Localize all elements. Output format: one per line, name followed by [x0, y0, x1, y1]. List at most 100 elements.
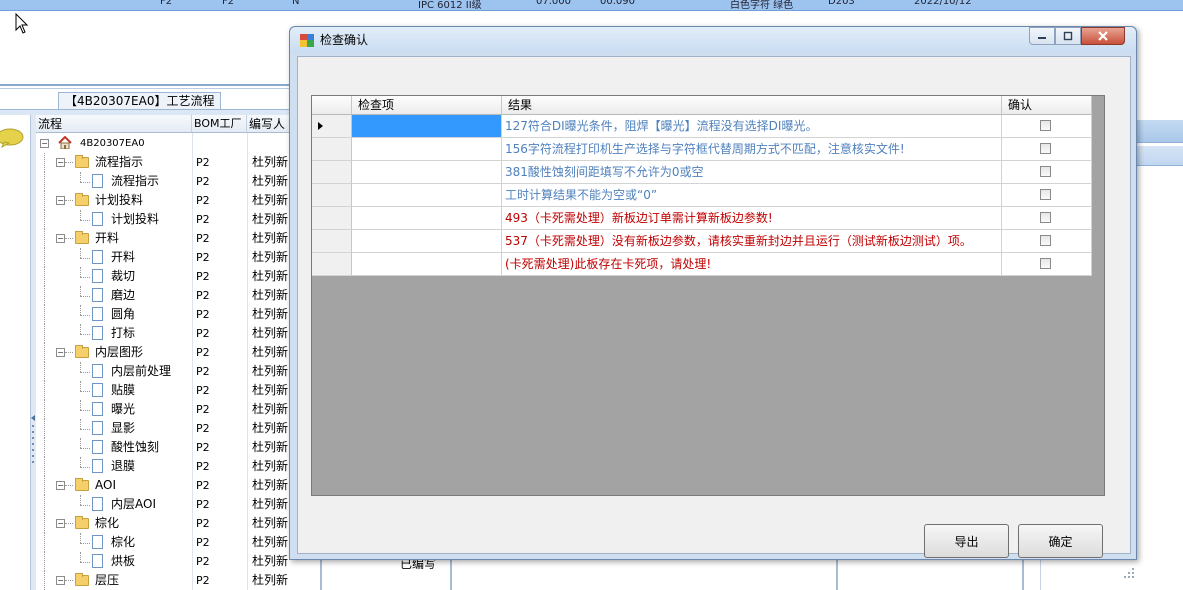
tree-row[interactable]: − 4B20307EA0: [36, 134, 295, 153]
tree-row[interactable]: − 棕化 P2 杜列新: [36, 514, 295, 533]
tree-row[interactable]: 酸性蚀刻 P2 杜列新: [36, 438, 295, 457]
tree-row[interactable]: 内层前处理 P2 杜列新: [36, 362, 295, 381]
collapse-toggle-icon[interactable]: −: [56, 234, 65, 243]
tree-row[interactable]: 内层AOI P2 杜列新: [36, 495, 295, 514]
check-row[interactable]: (卡死需处理)此板存在卡死项，请处理!: [312, 253, 1092, 276]
tree-row[interactable]: 流程指示 P2 杜列新: [36, 172, 295, 191]
bom-factory-cell: P2: [196, 498, 210, 511]
check-item-cell[interactable]: [352, 253, 502, 276]
export-button[interactable]: 导出: [924, 524, 1009, 558]
column-header-result[interactable]: 结果: [502, 96, 1002, 115]
splitter-grip-icon[interactable]: [31, 415, 35, 475]
collapse-toggle-icon[interactable]: −: [56, 348, 65, 357]
tree-row[interactable]: − 开料 P2 杜列新: [36, 229, 295, 248]
check-row[interactable]: 537（卡死需处理）没有新板边参数，请核实重新封边并且运行（测试新板边测试）项。: [312, 230, 1092, 253]
column-header-process[interactable]: 流程: [36, 115, 192, 133]
tree-row[interactable]: 开料 P2 杜列新: [36, 248, 295, 267]
tree-row[interactable]: 贴膜 P2 杜列新: [36, 381, 295, 400]
dialog-titlebar[interactable]: [290, 27, 1136, 53]
row-header[interactable]: [312, 115, 352, 138]
chat-bubble-icon[interactable]: [0, 128, 24, 148]
collapse-toggle-icon[interactable]: −: [56, 576, 65, 585]
confirm-checkbox[interactable]: [1040, 235, 1051, 246]
row-header[interactable]: [312, 138, 352, 161]
check-item-cell[interactable]: [352, 184, 502, 207]
check-item-cell[interactable]: [352, 230, 502, 253]
row-header[interactable]: [312, 207, 352, 230]
row-header[interactable]: [312, 253, 352, 276]
result-cell[interactable]: 156字符流程打印机生产选择与字符框代替周期方式不匹配，注意核实文件!: [502, 138, 1002, 161]
check-item-cell[interactable]: [352, 138, 502, 161]
confirm-cell[interactable]: [1002, 115, 1092, 138]
result-cell[interactable]: 工时计算结果不能为空或“0”: [502, 184, 1002, 207]
tree-row[interactable]: − 内层图形 P2 杜列新: [36, 343, 295, 362]
confirm-checkbox[interactable]: [1040, 143, 1051, 154]
maximize-button[interactable]: [1055, 27, 1081, 45]
row-header[interactable]: [312, 184, 352, 207]
check-row[interactable]: 493（卡死需处理）新板边订单需计算新板边参数!: [312, 207, 1092, 230]
collapse-toggle-icon[interactable]: −: [56, 519, 65, 528]
tree-row[interactable]: − 流程指示 P2 杜列新: [36, 153, 295, 172]
tree-row[interactable]: − AOI P2 杜列新: [36, 476, 295, 495]
result-cell[interactable]: (卡死需处理)此板存在卡死项，请处理!: [502, 253, 1002, 276]
tree-row[interactable]: 圆角 P2 杜列新: [36, 305, 295, 324]
row-header[interactable]: [312, 161, 352, 184]
confirm-checkbox[interactable]: [1040, 212, 1051, 223]
confirm-cell[interactable]: [1002, 184, 1092, 207]
column-header-check-item[interactable]: 检查项: [352, 96, 502, 115]
tree-row[interactable]: 退膜 P2 杜列新: [36, 457, 295, 476]
column-header-bom-factory[interactable]: BOM工厂: [192, 115, 247, 133]
tree-connector: [44, 533, 45, 552]
result-cell[interactable]: 493（卡死需处理）新板边订单需计算新板边参数!: [502, 207, 1002, 230]
tree-row[interactable]: 烘板 P2 杜列新: [36, 552, 295, 571]
column-header-confirm[interactable]: 确认: [1002, 96, 1092, 115]
tree-row[interactable]: 打标 P2 杜列新: [36, 324, 295, 343]
collapse-toggle-icon[interactable]: −: [56, 158, 65, 167]
confirm-cell[interactable]: [1002, 138, 1092, 161]
minimize-button[interactable]: [1029, 27, 1055, 45]
check-row[interactable]: 156字符流程打印机生产选择与字符框代替周期方式不匹配，注意核实文件!: [312, 138, 1092, 161]
process-tab[interactable]: 【4B20307EA0】工艺流程: [58, 92, 222, 110]
column-header-writer[interactable]: 编写人: [247, 115, 295, 133]
ok-button[interactable]: 确定: [1018, 524, 1103, 558]
confirm-checkbox[interactable]: [1040, 120, 1051, 131]
resize-grip-icon[interactable]: [1124, 568, 1134, 578]
document-icon: [92, 554, 103, 568]
tree-row[interactable]: 曝光 P2 杜列新: [36, 400, 295, 419]
row-header[interactable]: [312, 230, 352, 253]
result-cell[interactable]: 537（卡死需处理）没有新板边参数，请核实重新封边并且运行（测试新板边测试）项。: [502, 230, 1002, 253]
tree-row[interactable]: 计划投料 P2 杜列新: [36, 210, 295, 229]
tree-connector: [80, 220, 90, 221]
confirm-checkbox[interactable]: [1040, 258, 1051, 269]
document-icon: [92, 269, 103, 283]
confirm-cell[interactable]: [1002, 207, 1092, 230]
result-cell[interactable]: 127符合DI曝光条件，阻焊【曝光】流程没有选择DI曝光。: [502, 115, 1002, 138]
close-button[interactable]: [1081, 27, 1125, 45]
collapse-toggle-icon[interactable]: −: [56, 196, 65, 205]
confirm-checkbox[interactable]: [1040, 189, 1051, 200]
tree-row[interactable]: 显影 P2 杜列新: [36, 419, 295, 438]
document-icon: [92, 459, 103, 473]
tree-row[interactable]: 裁切 P2 杜列新: [36, 267, 295, 286]
writer-cell: 杜列新: [252, 231, 289, 245]
confirm-cell[interactable]: [1002, 230, 1092, 253]
confirm-cell[interactable]: [1002, 161, 1092, 184]
tree-row[interactable]: 棕化 P2 杜列新: [36, 533, 295, 552]
collapse-toggle-icon[interactable]: −: [56, 481, 65, 490]
tree-row[interactable]: 磨边 P2 杜列新: [36, 286, 295, 305]
check-item-cell[interactable]: [352, 161, 502, 184]
result-cell[interactable]: 381酸性蚀刻间距填写不允许为0或空: [502, 161, 1002, 184]
check-row[interactable]: 127符合DI曝光条件，阻焊【曝光】流程没有选择DI曝光。: [312, 115, 1092, 138]
collapse-toggle-icon[interactable]: −: [40, 139, 49, 148]
tree-row[interactable]: − 计划投料 P2 杜列新: [36, 191, 295, 210]
writer-cell: 杜列新: [252, 212, 289, 226]
tree-row[interactable]: − 层压 P2 杜列新: [36, 571, 295, 590]
background-grid-selected-row[interactable]: F2 F2 N IPC 6012 II级 07.000 00.090 白色字符 绿色 D203…: [0, 0, 1183, 11]
check-item-cell[interactable]: [352, 115, 502, 138]
check-item-cell[interactable]: [352, 207, 502, 230]
check-row[interactable]: 381酸性蚀刻间距填写不允许为0或空: [312, 161, 1092, 184]
check-row[interactable]: 工时计算结果不能为空或“0”: [312, 184, 1092, 207]
confirm-cell[interactable]: [1002, 253, 1092, 276]
confirm-checkbox[interactable]: [1040, 166, 1051, 177]
tree-connector: [44, 305, 45, 324]
